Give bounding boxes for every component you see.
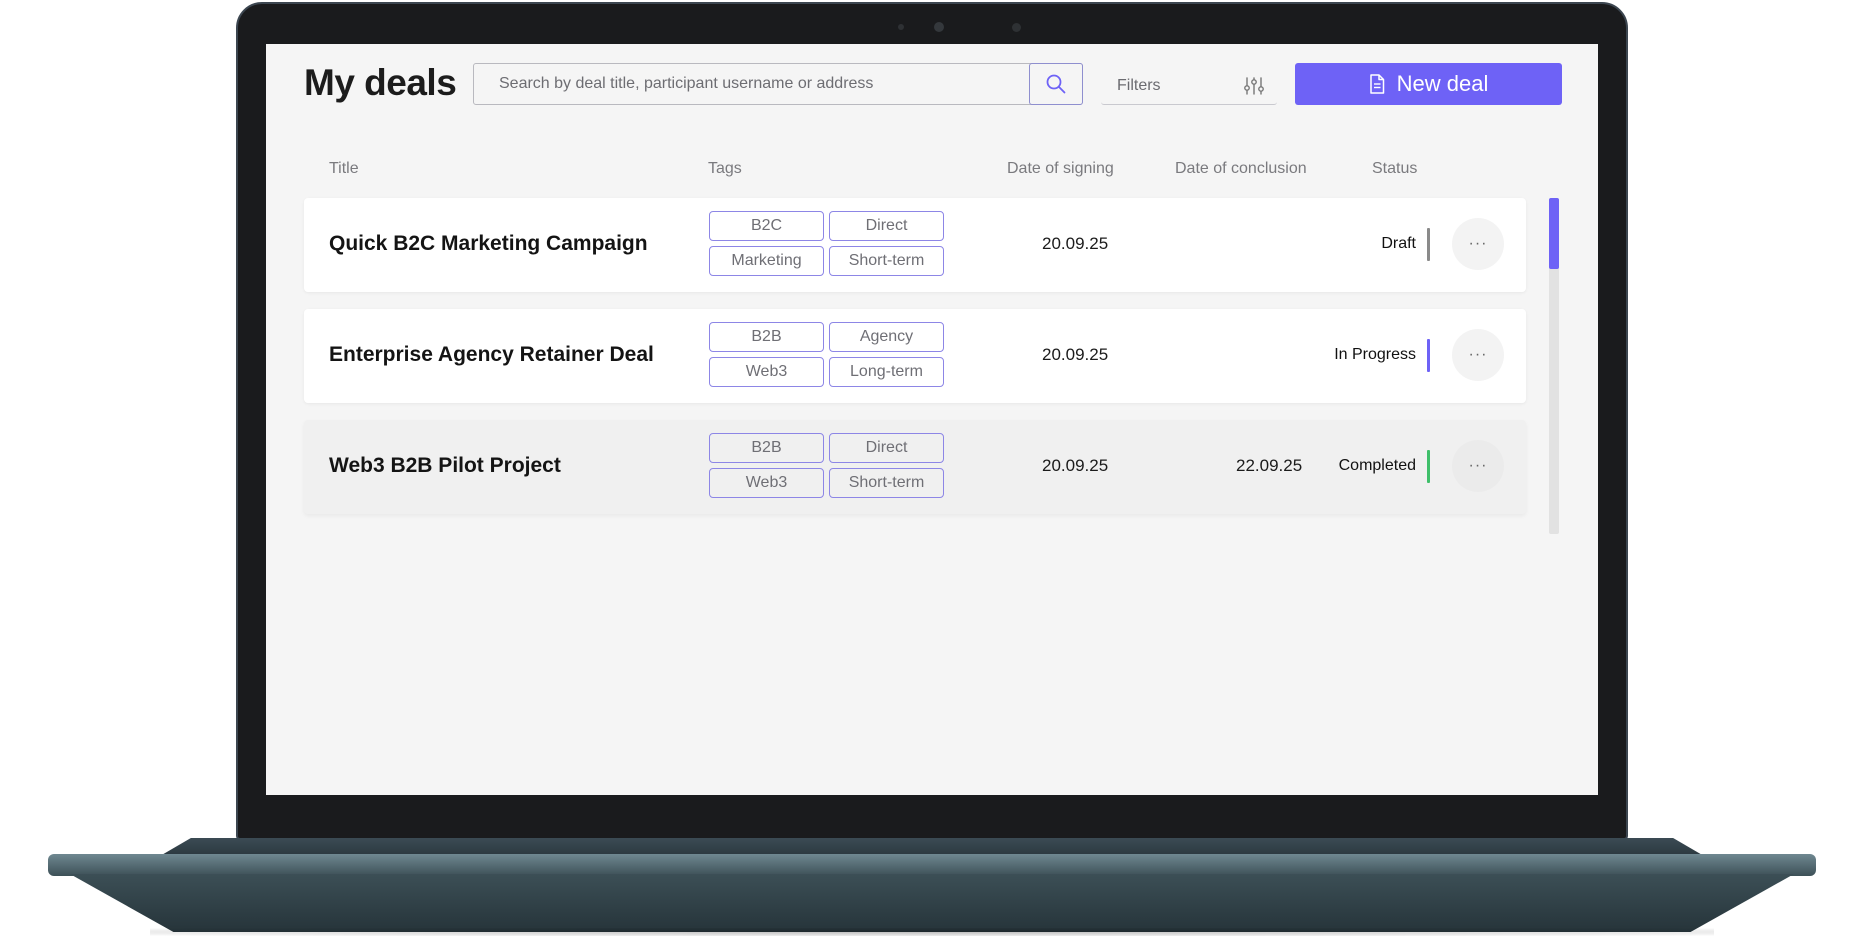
search-input[interactable] — [474, 64, 1030, 104]
deal-tag: Agency — [829, 322, 944, 352]
status-indicator — [1427, 339, 1430, 372]
deal-title: Enterprise Agency Retainer Deal — [329, 343, 654, 366]
date-of-signing: 20.09.25 — [1042, 456, 1109, 475]
deal-tag: Direct — [829, 211, 944, 241]
more-dots-icon: ··· — [1468, 346, 1488, 363]
deal-tag: Short-term — [829, 246, 944, 276]
deal-tag: Long-term — [829, 357, 944, 387]
deal-title: Web3 B2B Pilot Project — [329, 454, 561, 477]
deal-tag: Web3 — [709, 468, 824, 498]
date-of-signing: 20.09.25 — [1042, 345, 1109, 364]
deal-row[interactable]: Quick B2C Marketing Campaign B2C Direct … — [304, 198, 1526, 292]
column-header-title: Title — [329, 160, 359, 177]
camera-lens — [934, 22, 944, 32]
more-dots-icon: ··· — [1468, 457, 1488, 474]
deal-tag: B2B — [709, 322, 824, 352]
camera-sensor-right — [1012, 23, 1021, 32]
deal-tag: Web3 — [709, 357, 824, 387]
document-icon — [1369, 74, 1384, 94]
scrollbar-thumb[interactable] — [1549, 198, 1559, 269]
filters-label: Filters — [1117, 76, 1161, 94]
filters-dropdown[interactable]: Filters — [1101, 67, 1277, 105]
status-indicator — [1427, 228, 1430, 261]
status-label: Draft — [1381, 235, 1416, 252]
search-icon — [1046, 74, 1066, 94]
more-options-button[interactable]: ··· — [1452, 440, 1504, 492]
status-indicator — [1427, 450, 1430, 483]
laptop-base — [70, 874, 1794, 932]
sliders-icon — [1244, 76, 1264, 95]
column-header-date-conclusion: Date of conclusion — [1175, 160, 1307, 177]
deal-tag: B2B — [709, 433, 824, 463]
deal-tag: Marketing — [709, 246, 824, 276]
deal-row[interactable]: Enterprise Agency Retainer Deal B2B Agen… — [304, 309, 1526, 403]
deal-title: Quick B2C Marketing Campaign — [329, 232, 648, 255]
new-deal-label: New deal — [1396, 71, 1489, 96]
deal-row[interactable]: Web3 B2B Pilot Project B2B Direct Web3 S… — [304, 420, 1526, 514]
status-label: Completed — [1338, 457, 1416, 474]
more-options-button[interactable]: ··· — [1452, 218, 1504, 270]
deal-tag: B2C — [709, 211, 824, 241]
laptop-mockup: My deals Filters — [0, 0, 1864, 938]
column-header-date-signing: Date of signing — [1007, 160, 1114, 177]
laptop-base-edge — [48, 854, 1816, 876]
deal-tag: Short-term — [829, 468, 944, 498]
laptop-shadow — [150, 928, 1714, 936]
column-header-status: Status — [1372, 160, 1418, 177]
scrollbar-track[interactable] — [1549, 198, 1559, 534]
status-label: In Progress — [1334, 346, 1416, 363]
date-of-signing: 20.09.25 — [1042, 234, 1109, 253]
column-header-tags: Tags — [708, 160, 742, 177]
camera-sensor-left — [898, 24, 904, 30]
search-button[interactable] — [1029, 63, 1083, 105]
page-title: My deals — [304, 62, 457, 103]
app-screen: My deals Filters — [266, 44, 1598, 795]
more-options-button[interactable]: ··· — [1452, 329, 1504, 381]
new-deal-button[interactable]: New deal — [1295, 63, 1562, 105]
search-box — [473, 63, 1083, 105]
deal-tag: Direct — [829, 433, 944, 463]
more-dots-icon: ··· — [1468, 235, 1488, 252]
